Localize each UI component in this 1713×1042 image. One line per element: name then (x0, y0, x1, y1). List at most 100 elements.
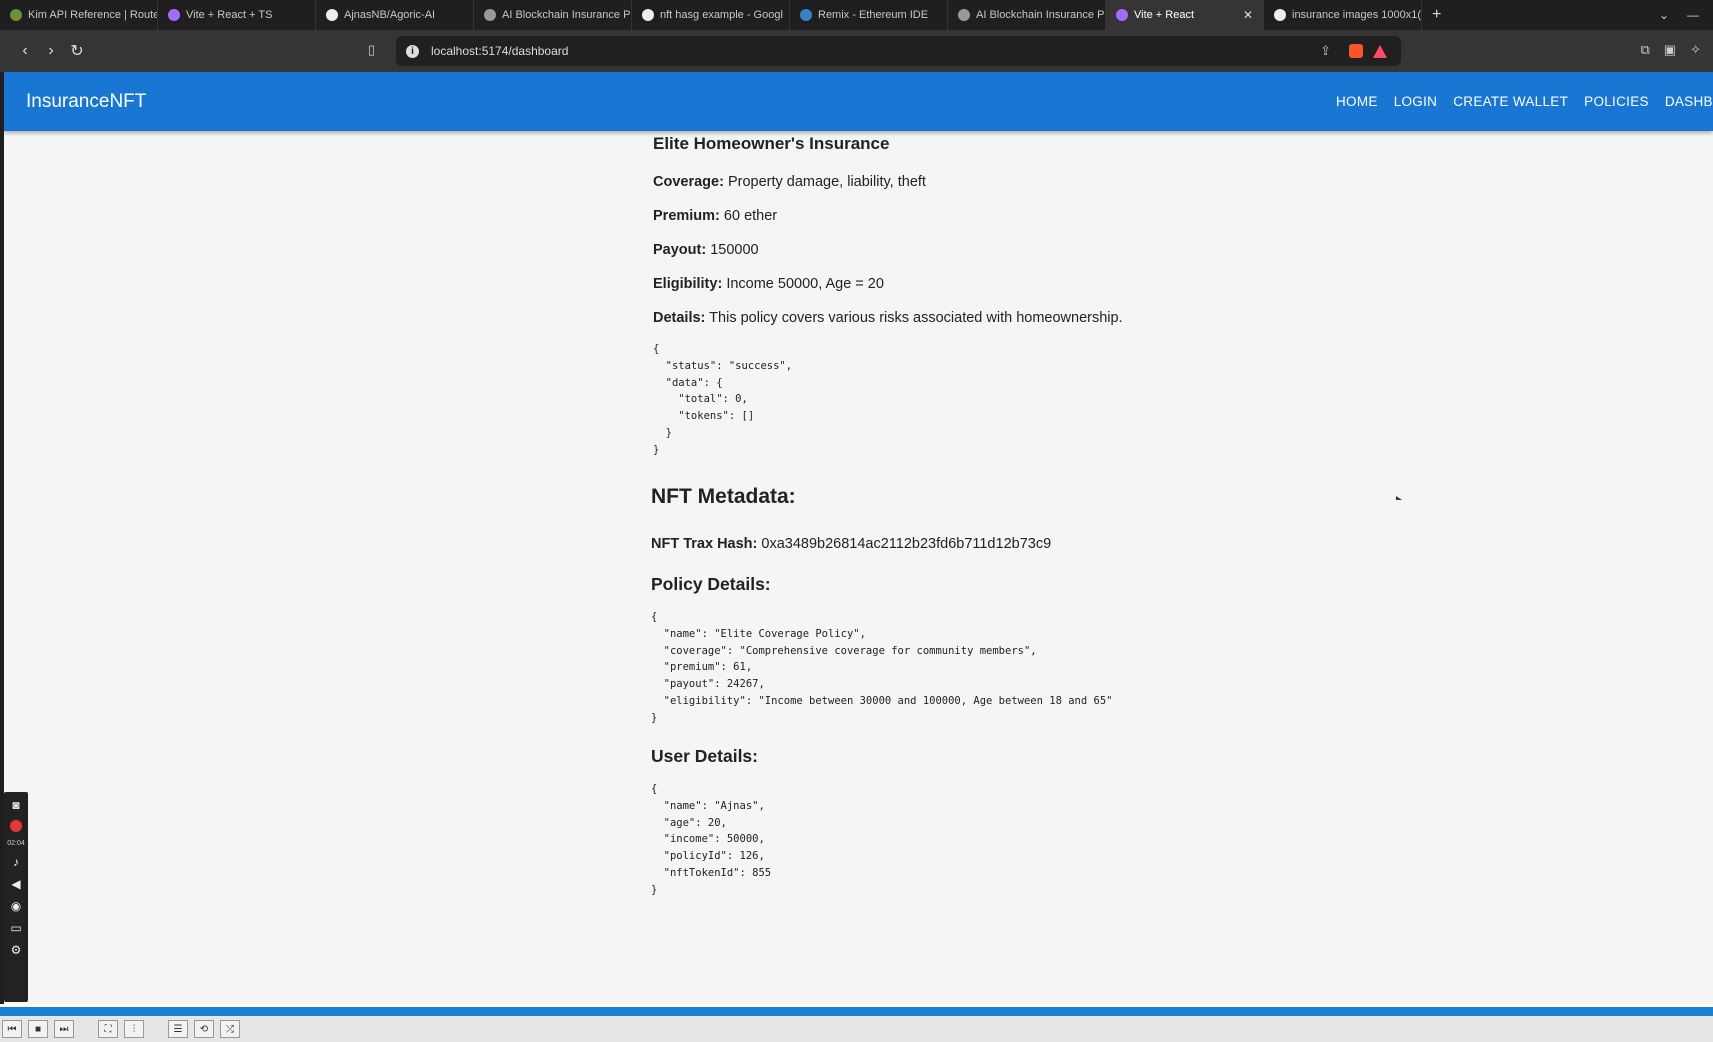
wallet-icon[interactable]: ▣ (1664, 42, 1676, 58)
tab-title: Kim API Reference | Route (28, 9, 158, 21)
browser-tab[interactable]: AI Blockchain Insurance P (474, 0, 632, 30)
speaker-icon[interactable]: ◀ (11, 877, 20, 891)
tab-favicon-icon (484, 9, 496, 21)
browser-tab-active[interactable]: Vite + React ✕ (1106, 0, 1264, 30)
nav-login[interactable]: LOGIN (1394, 94, 1438, 109)
policy-coverage: Coverage: Property damage, liability, th… (653, 174, 926, 190)
screen-icon[interactable]: ▭ (10, 921, 21, 935)
tab-title: Vite + React (1134, 9, 1195, 21)
close-tab-icon[interactable]: ✕ (1243, 8, 1253, 22)
nav-home[interactable]: HOME (1336, 94, 1378, 109)
browser-tab[interactable]: Kim API Reference | Route (0, 0, 158, 30)
policy-details: Details: This policy covers various risk… (653, 310, 1123, 326)
browser-toolbar: ‹ › ↻ ▯ i localhost:5174/dashboard ⇪ ⧉ ▣… (0, 30, 1713, 72)
screen-recorder-widget: ◙ 02:04 ♪ ◀ ◉ ▭ ⚙ (4, 792, 28, 1002)
playlist-icon[interactable]: ☰ (168, 1020, 188, 1038)
settings-gear-icon[interactable]: ⚙ (11, 943, 22, 957)
policy-payout: Payout: 150000 (653, 242, 759, 258)
url-text[interactable]: localhost:5174/dashboard (431, 44, 568, 58)
policy-eligibility: Eligibility: Income 50000, Age = 20 (653, 276, 884, 292)
minimize-window-icon[interactable]: — (1687, 8, 1699, 22)
site-info-icon[interactable]: i (406, 44, 419, 58)
app-navbar: InsuranceNFT HOME LOGIN CREATE WALLET PO… (4, 72, 1713, 131)
field-value: This policy covers various risks associa… (709, 310, 1123, 326)
tab-title: nft hasg example - Googl (660, 9, 783, 21)
share-icon[interactable]: ⇪ (1320, 43, 1331, 59)
fullscreen-icon[interactable]: ⛶ (98, 1020, 118, 1038)
record-time: 02:04 (7, 840, 25, 847)
tab-title: Remix - Ethereum IDE (818, 9, 929, 21)
app-viewport: InsuranceNFT HOME LOGIN CREATE WALLET PO… (4, 72, 1713, 1004)
loop-icon[interactable]: ⟲ (194, 1020, 214, 1038)
vite-icon (1116, 9, 1128, 21)
extensions-icon[interactable]: ⧉ (1641, 42, 1650, 58)
field-value: 60 ether (723, 208, 778, 224)
tab-title: AI Blockchain Insurance P (502, 9, 631, 21)
user-details-heading: User Details: (651, 746, 758, 766)
browser-tab-strip: Kim API Reference | Route Vite + React +… (0, 0, 1713, 30)
brave-shields-icon[interactable] (1349, 44, 1363, 58)
microphone-icon[interactable]: ♪ (13, 855, 19, 869)
mouse-cursor-icon (1396, 496, 1402, 500)
bookmark-icon[interactable]: ▯ (368, 42, 375, 58)
forward-icon[interactable]: › (38, 42, 64, 60)
remix-icon (800, 9, 812, 21)
reload-icon[interactable]: ↻ (64, 41, 90, 61)
brave-rewards-icon[interactable] (1373, 44, 1387, 58)
browser-tab[interactable]: nft hasg example - Googl (632, 0, 790, 30)
policy-details-json: { "name": "Elite Coverage Policy", "cove… (651, 611, 1113, 724)
policy-details-heading: Policy Details: (651, 574, 771, 594)
field-label: Coverage: (653, 174, 724, 190)
new-tab-icon[interactable]: + (1422, 6, 1451, 24)
media-controls: ⏮ ■ ⏭ ⛶ ⫶ ☰ ⟲ ⤮ (0, 1016, 1713, 1042)
field-label: Details: (653, 310, 706, 326)
next-icon[interactable]: ⏭ (54, 1020, 74, 1038)
github-icon (326, 9, 338, 21)
field-value: Income 50000, Age = 20 (726, 276, 884, 292)
nft-metadata-heading: NFT Metadata: (651, 485, 796, 508)
camera-icon[interactable]: ◙ (12, 798, 19, 812)
stop-icon[interactable]: ■ (28, 1020, 48, 1038)
field-value: Property damage, liability, theft (727, 174, 926, 190)
tab-favicon-icon (168, 9, 180, 21)
response-json: { "status": "success", "data": { "total"… (653, 343, 793, 456)
nav-links: HOME LOGIN CREATE WALLET POLICIES DASHBO… (1336, 72, 1713, 131)
browser-tab[interactable]: Remix - Ethereum IDE (790, 0, 948, 30)
nav-policies[interactable]: POLICIES (1584, 94, 1649, 109)
tab-list-chevron-icon[interactable]: ⌄ (1659, 8, 1669, 22)
field-value: 0xa3489b26814ac2112b23fd6b711d12b73c9 (761, 536, 1052, 552)
user-details-json: { "name": "Ajnas", "age": 20, "income": … (651, 783, 772, 896)
shuffle-icon[interactable]: ⤮ (220, 1020, 240, 1038)
nav-dashboard[interactable]: DASHBOARD (1665, 94, 1713, 109)
leo-ai-icon[interactable]: ✧ (1690, 42, 1701, 58)
brand-logo[interactable]: InsuranceNFT (26, 91, 146, 113)
browser-tab[interactable]: insurance images 1000x1( (1264, 0, 1422, 30)
field-value: 150000 (710, 242, 759, 258)
field-label: Payout: (653, 242, 707, 258)
tab-title: Vite + React + TS (186, 9, 273, 21)
tab-favicon-icon (958, 9, 970, 21)
back-icon[interactable]: ‹ (12, 42, 38, 60)
nft-hash: NFT Trax Hash: 0xa3489b26814ac2112b23fd6… (651, 536, 1051, 552)
field-label: Premium: (653, 208, 720, 224)
tab-title: AI Blockchain Insurance P (976, 9, 1105, 21)
field-label: NFT Trax Hash: (651, 536, 758, 552)
browser-tab[interactable]: AI Blockchain Insurance P (948, 0, 1106, 30)
google-icon (1274, 9, 1286, 21)
record-icon[interactable] (10, 820, 22, 832)
tab-title: insurance images 1000x1( (1292, 9, 1422, 21)
webcam-icon[interactable]: ◉ (11, 899, 21, 913)
policy-premium: Premium: 60 ether (653, 208, 777, 224)
browser-tab[interactable]: Vite + React + TS (158, 0, 316, 30)
tab-favicon-icon (10, 9, 22, 21)
google-icon (642, 9, 654, 21)
equalizer-icon[interactable]: ⫶ (124, 1020, 144, 1038)
policy-title: Elite Homeowner's Insurance (653, 134, 890, 153)
address-bar[interactable]: i localhost:5174/dashboard ⇪ (396, 36, 1401, 66)
previous-icon[interactable]: ⏮ (2, 1020, 22, 1038)
field-label: Eligibility: (653, 276, 723, 292)
browser-tab[interactable]: AjnasNB/Agoric-AI (316, 0, 474, 30)
tab-title: AjnasNB/Agoric-AI (344, 9, 436, 21)
media-progress-bar[interactable] (0, 1004, 1713, 1016)
nav-create-wallet[interactable]: CREATE WALLET (1453, 94, 1568, 109)
